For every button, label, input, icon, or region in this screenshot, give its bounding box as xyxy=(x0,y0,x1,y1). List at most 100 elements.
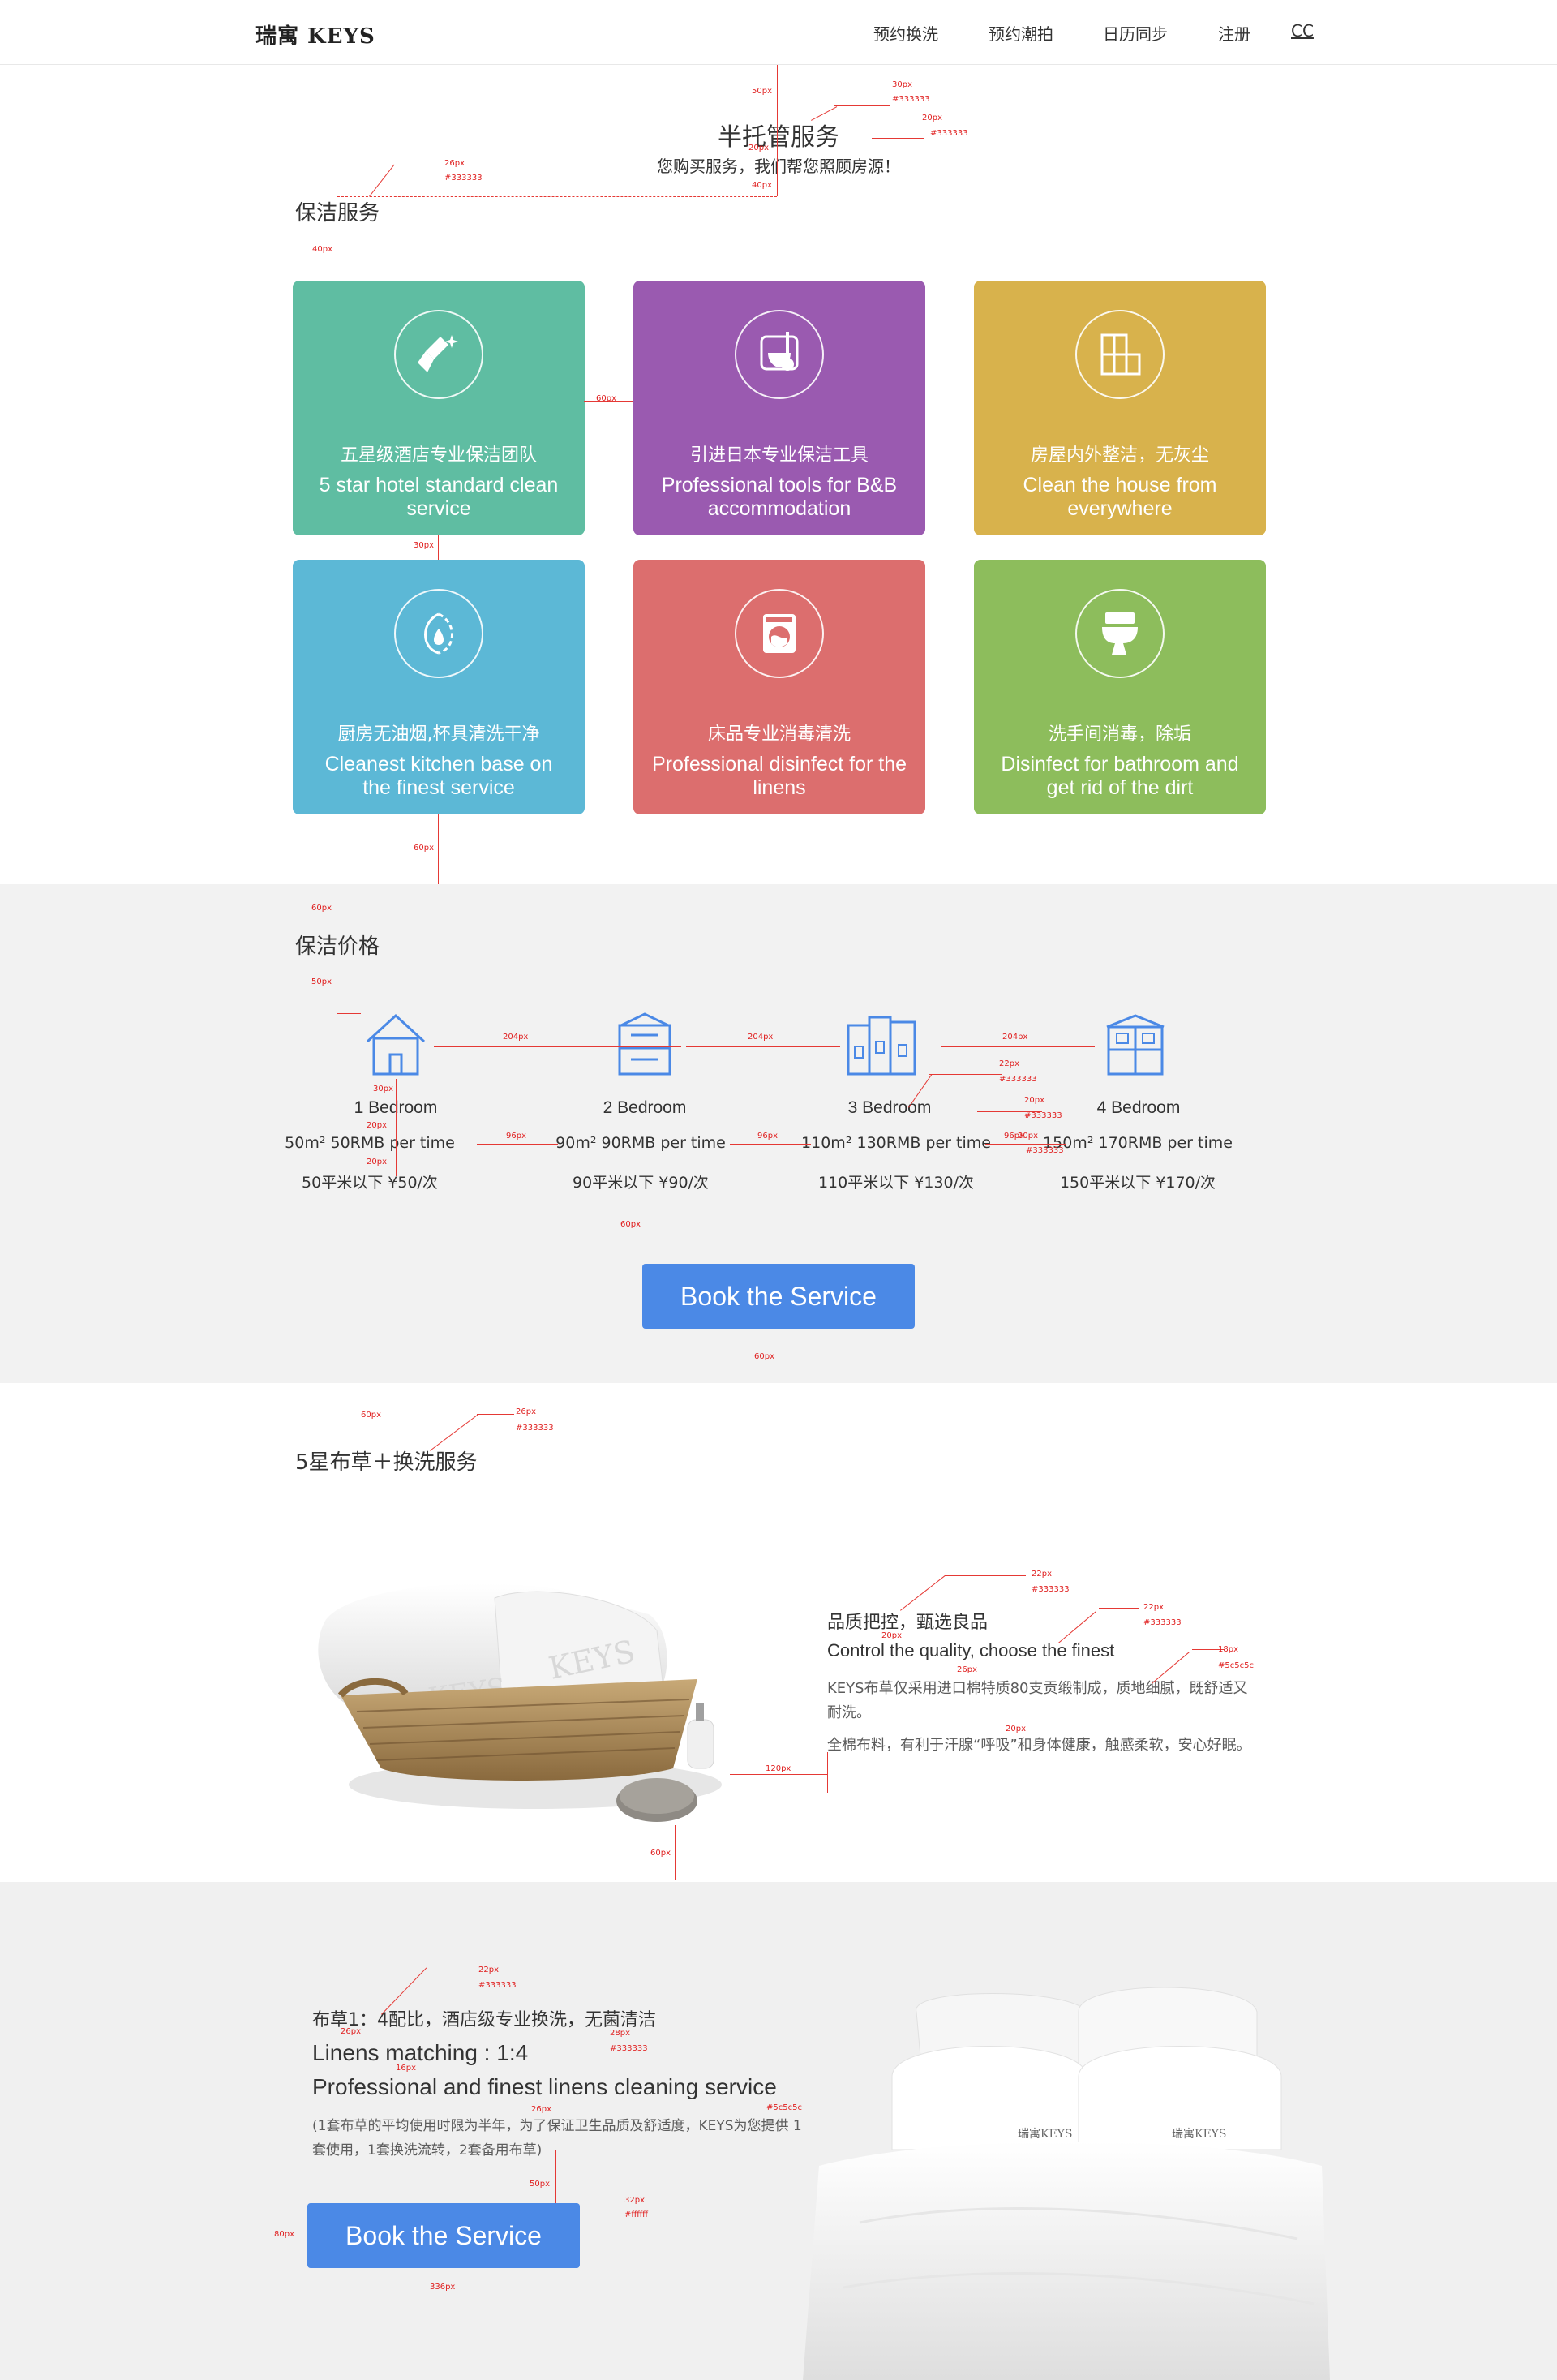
quality-title-cn: 品质把控，甄选良品 xyxy=(827,1613,989,1633)
cabinet-icon xyxy=(1075,310,1165,399)
annotation-label: 204px xyxy=(1002,1033,1028,1042)
annotation-label: 20px xyxy=(748,144,769,153)
top-header: 瑞寓 KEYS 预约换洗 预约潮拍 日历同步 注册 CC xyxy=(0,0,1557,65)
annotation-label: 22px xyxy=(1143,1603,1164,1612)
measure-line xyxy=(438,814,439,884)
service-card[interactable]: 引进日本专业保洁工具 Professional tools for B&B acc… xyxy=(633,281,925,535)
annotation-label: 20px xyxy=(367,1158,387,1166)
annotation-label: 40px xyxy=(752,181,772,190)
room-type-label: 2 Bedroom xyxy=(603,1098,687,1117)
annotation-label: 32px xyxy=(624,2196,645,2205)
cleaning-section-title: 保洁服务 xyxy=(295,201,380,226)
annotation-label: 20px xyxy=(1018,1132,1038,1141)
service-card[interactable]: 厨房无油烟,杯具清洗干净 Cleanest kitchen base on the… xyxy=(293,560,585,814)
house-4-icon xyxy=(1099,1009,1172,1082)
annotation-label: 26px xyxy=(444,159,465,168)
measure-line xyxy=(675,1825,676,1880)
house-2-icon xyxy=(608,1009,681,1082)
measure-line xyxy=(1058,1611,1096,1643)
measure-line xyxy=(396,1079,397,1176)
hero-subtitle: 您购买服务，我们帮您照顾房源！ xyxy=(657,157,900,176)
measure-line xyxy=(337,1013,361,1014)
annotation-label: 20px xyxy=(881,1631,902,1640)
measure-line xyxy=(730,1144,811,1145)
service-card-title-en: 5 star hotel standard clean service xyxy=(319,474,559,520)
annotation-label: 50px xyxy=(530,2180,550,2189)
room-price-en: 90m² 90RMB per time xyxy=(555,1134,726,1152)
annotation-label: 30px xyxy=(373,1085,393,1093)
hero-title: 半托管服务 xyxy=(718,123,839,152)
annotation-label: 26px xyxy=(516,1407,536,1416)
annotation-label: 60px xyxy=(311,904,332,913)
annotation-label: 60px xyxy=(650,1849,671,1858)
house-3-icon xyxy=(845,1009,918,1082)
annotation-label: 204px xyxy=(503,1033,529,1042)
annotation-label: 60px xyxy=(361,1411,381,1420)
nav-link-cc[interactable]: CC xyxy=(1291,21,1314,41)
annotation-label: #333333 xyxy=(478,1981,517,1990)
nav-link-booking-wash[interactable]: 预约换洗 xyxy=(873,21,938,45)
house-1-icon xyxy=(359,1009,432,1082)
measure-line xyxy=(985,1144,1066,1145)
annotation-label: 20px xyxy=(1024,1096,1044,1105)
measure-line xyxy=(827,1752,828,1793)
service-card[interactable]: 五星级酒店专业保洁团队 5 star hotel standard clean s… xyxy=(293,281,585,535)
service-card-title-en: Disinfect for bathroom and get rid of th… xyxy=(1001,753,1239,799)
service-card-title-en: Clean the house from everywhere xyxy=(1023,474,1217,520)
book-service-button[interactable]: Book the Service xyxy=(642,1264,915,1329)
service-card[interactable]: 房屋内外整洁，无灰尘 Clean the house from everywher… xyxy=(974,281,1266,535)
measure-line xyxy=(434,1046,681,1047)
pricing-section-title: 保洁价格 xyxy=(295,934,380,959)
service-card-title-cn: 五星级酒店专业保洁团队 xyxy=(340,445,537,466)
annotation-label: 30px xyxy=(414,541,434,550)
annotation-label: 20px xyxy=(367,1121,387,1130)
measure-line xyxy=(900,1574,946,1611)
annotation-label: #333333 xyxy=(1026,1146,1064,1155)
linen-service-title-en: Professional and finest linens cleaning … xyxy=(312,2074,777,2099)
annotation-label: 22px xyxy=(1032,1570,1052,1579)
pillow-brand-text: 瑞寓KEYS xyxy=(1018,2127,1073,2141)
mop-bucket-icon xyxy=(735,310,824,399)
nav-link-booking-photo[interactable]: 预约潮拍 xyxy=(989,21,1053,45)
measure-line xyxy=(730,1774,827,1775)
measure-line xyxy=(777,65,778,196)
service-card[interactable]: 洗手间消毒，除垢 Disinfect for bathroom and get r… xyxy=(974,560,1266,814)
linen-matching-title-cn: 布草1：4配比，酒店级专业换洗，无菌清洁 xyxy=(312,2010,656,2030)
service-card-title-cn: 床品专业消毒清洗 xyxy=(707,724,851,745)
measure-line xyxy=(834,105,890,106)
measure-line xyxy=(1099,1608,1139,1609)
nav-link-register[interactable]: 注册 xyxy=(1218,21,1250,45)
service-card-title-en: Professional tools for B&B accommodation xyxy=(661,474,898,520)
room-price-en: 110m² 130RMB per time xyxy=(801,1134,991,1152)
keys-logo[interactable]: 瑞寓 KEYS xyxy=(255,19,375,49)
measure-line xyxy=(778,1329,779,1383)
linen-matching-title-en: Linens matching : 1:4 xyxy=(312,2040,529,2065)
annotation-label: #333333 xyxy=(1032,1585,1070,1594)
service-card-title-en: Professional disinfect for the linens xyxy=(651,753,907,799)
service-card-title-cn: 厨房无油烟,杯具清洗干净 xyxy=(337,724,540,745)
annotation-label: 60px xyxy=(620,1220,641,1229)
annotation-label: 16px xyxy=(396,2064,416,2073)
annotation-label: 26px xyxy=(957,1665,977,1674)
annotation-label: 60px xyxy=(596,394,616,403)
room-type-label: 4 Bedroom xyxy=(1096,1098,1181,1117)
book-service-button-linen[interactable]: Book the Service xyxy=(307,2203,580,2268)
measure-line xyxy=(438,535,439,560)
room-price-cn: 50平米以下 ¥50/次 xyxy=(302,1174,438,1192)
quality-description-1: KEYS布草仅采用进口棉特质80支贡缎制成，质地细腻，既舒适又耐洗。 xyxy=(827,1680,1248,1721)
linen-section-title: 5星布草＋换洗服务 xyxy=(295,1450,478,1475)
measure-line xyxy=(477,1414,514,1415)
measure-line xyxy=(477,1144,558,1145)
broom-sparkle-icon xyxy=(394,310,483,399)
nav-link-calendar-sync[interactable]: 日历同步 xyxy=(1103,21,1168,45)
measure-line xyxy=(872,138,924,139)
measure-line xyxy=(555,2150,556,2203)
water-drop-icon xyxy=(394,589,483,678)
annotation-label: #5c5c5c xyxy=(766,2103,802,2112)
service-card[interactable]: 床品专业消毒清洗 Professional disinfect for the l… xyxy=(633,560,925,814)
annotation-label: 336px xyxy=(430,2283,456,2292)
annotation-label: #333333 xyxy=(930,129,968,138)
measure-line xyxy=(941,1046,1095,1047)
annotation-label: 50px xyxy=(311,977,332,986)
annotation-label: 20px xyxy=(922,114,942,122)
